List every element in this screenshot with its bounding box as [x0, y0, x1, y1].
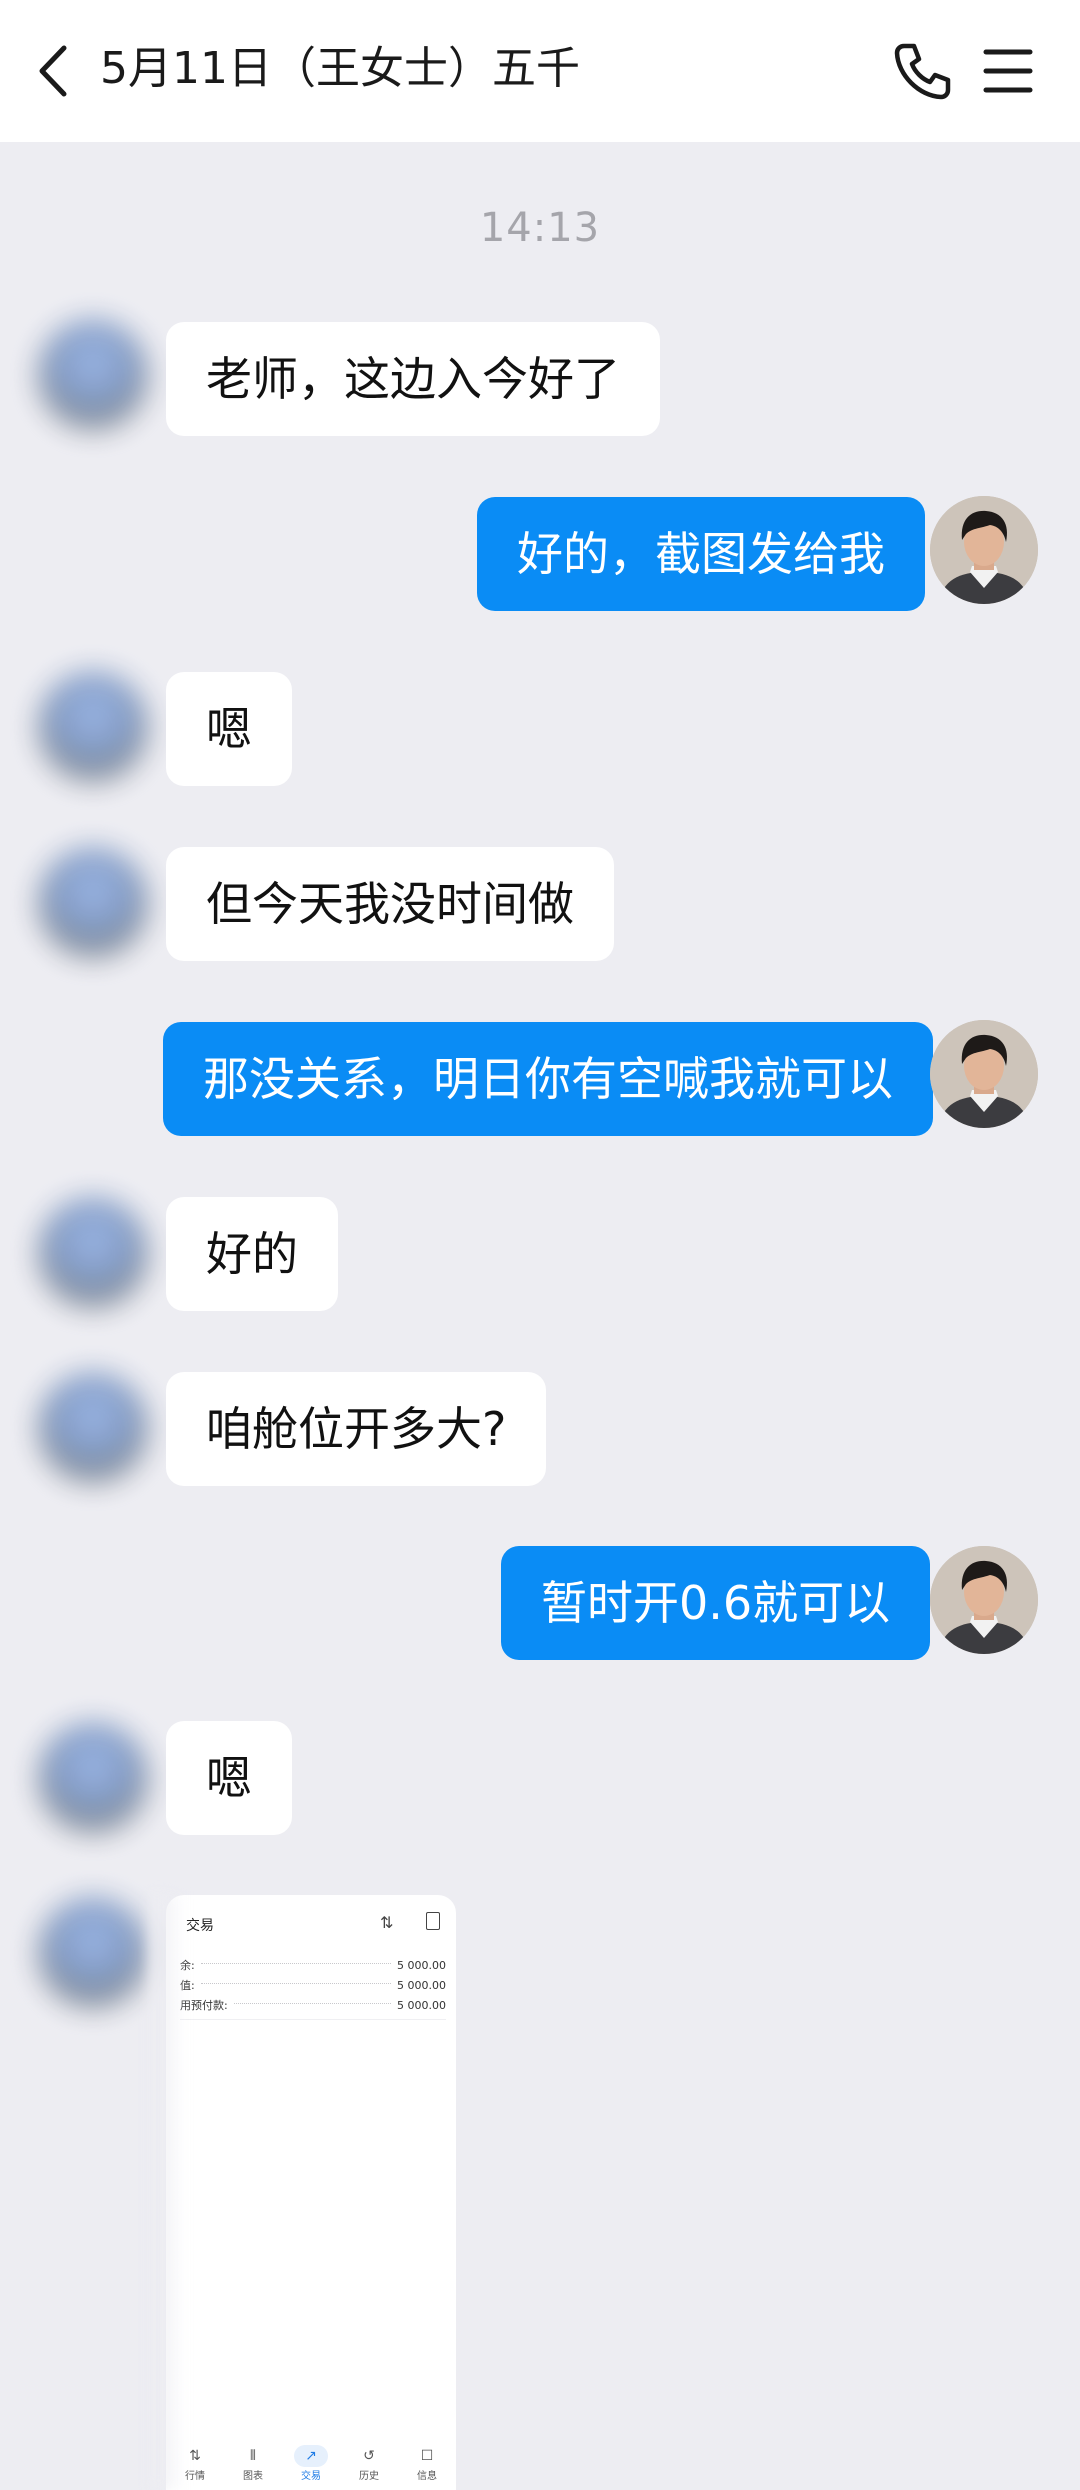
chat-screen: 5月11日（王女士）五千 14:13 老师，这边入今好了 好的，截图发给我 嗯 … — [0, 0, 1080, 2490]
incoming-message[interactable]: 嗯 — [166, 1721, 292, 1835]
nav-trade: ↗ 交易 — [286, 2445, 336, 2482]
incoming-message[interactable]: 好的 — [166, 1197, 338, 1311]
message-icon: ☐ — [420, 2448, 434, 2464]
nav-history: ↺ 历史 — [344, 2445, 394, 2482]
contact-avatar[interactable] — [38, 320, 148, 430]
sort-arrows-icon: ⇅ — [380, 1913, 394, 1932]
screenshot-bottom-nav: ⇅ 行情 ⫴ 图表 ↗ 交易 ↺ 历史 ☐ 信息 — [166, 2428, 456, 2490]
person-portrait-icon — [930, 496, 1038, 604]
screenshot-divider — [180, 2019, 446, 2020]
incoming-message[interactable]: 老师，这边入今好了 — [166, 322, 660, 436]
my-avatar[interactable] — [930, 496, 1038, 604]
phone-icon — [894, 43, 951, 100]
chat-header: 5月11日（王女士）五千 — [0, 0, 1080, 142]
screenshot-image-message[interactable]: 交易 ⇅ 余: 5 000.00 值: 5 000.00 用预付款: 5 000… — [166, 1895, 456, 2490]
screenshot-topbar: 交易 ⇅ — [166, 1895, 456, 1941]
person-portrait-icon — [930, 1546, 1038, 1654]
my-avatar[interactable] — [930, 1020, 1038, 1128]
contact-avatar[interactable] — [38, 1198, 148, 1308]
chat-title: 5月11日（王女士）五千 — [100, 43, 580, 94]
screenshot-row: 余: 5 000.00 — [180, 1958, 446, 1973]
nav-info: ☐ 信息 — [402, 2445, 452, 2482]
menu-button[interactable] — [980, 40, 1036, 102]
person-portrait-icon — [930, 1020, 1038, 1128]
contact-avatar[interactable] — [38, 1723, 148, 1833]
back-button[interactable] — [28, 38, 78, 104]
history-icon: ↺ — [363, 2448, 375, 2464]
chevron-left-icon — [39, 45, 67, 97]
document-add-icon — [426, 1912, 440, 1930]
message-timestamp: 14:13 — [479, 205, 601, 251]
incoming-message[interactable]: 但今天我没时间做 — [166, 847, 614, 961]
contact-avatar[interactable] — [38, 1898, 148, 2008]
screenshot-row: 值: 5 000.00 — [180, 1978, 446, 1993]
chart-icon: ⫴ — [250, 2448, 256, 2464]
contact-avatar[interactable] — [38, 672, 148, 782]
hamburger-menu-icon — [983, 49, 1033, 93]
contact-avatar[interactable] — [38, 1373, 148, 1483]
incoming-message[interactable]: 咱舱位开多大? — [166, 1372, 547, 1486]
outgoing-message[interactable]: 暂时开0.6就可以 — [501, 1546, 931, 1660]
nav-chart: ⫴ 图表 — [228, 2445, 278, 2482]
blur-overlay — [150, 1895, 186, 2490]
contact-avatar[interactable] — [38, 848, 148, 958]
my-avatar[interactable] — [930, 1546, 1038, 1654]
outgoing-message[interactable]: 好的，截图发给我 — [477, 497, 925, 611]
trade-icon: ↗ — [294, 2445, 328, 2467]
screenshot-row: 用预付款: 5 000.00 — [180, 1998, 446, 2013]
screenshot-title: 交易 — [186, 1918, 214, 1934]
incoming-message[interactable]: 嗯 — [166, 672, 292, 786]
call-button[interactable] — [890, 38, 956, 104]
outgoing-message[interactable]: 那没关系，明日你有空喊我就可以 — [163, 1022, 933, 1136]
